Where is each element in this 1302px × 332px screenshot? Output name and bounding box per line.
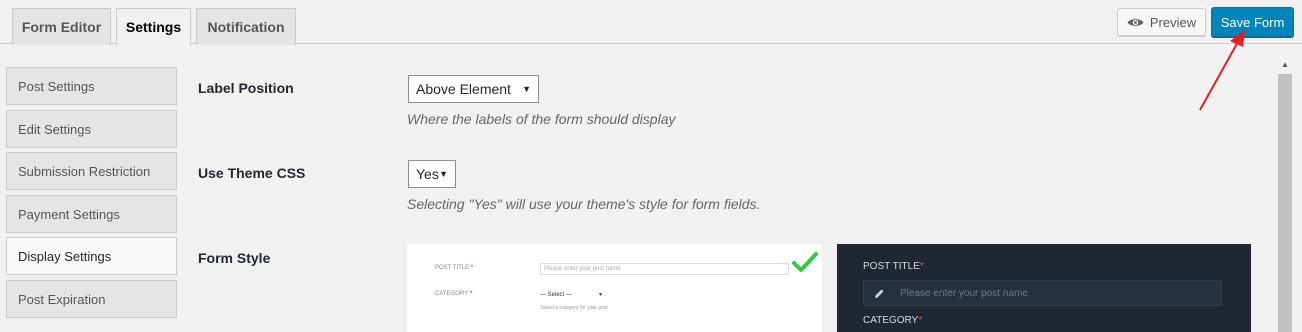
sidebar-item-post-expiration[interactable]: Post Expiration — [6, 280, 177, 318]
sidebar-item-display-settings[interactable]: Display Settings — [6, 237, 177, 275]
preview-button[interactable]: Preview — [1117, 8, 1206, 36]
sidebar-item-submission-restriction[interactable]: Submission Restriction — [6, 152, 177, 190]
use-theme-css-select[interactable]: Yes ▼ — [408, 160, 456, 188]
sidebar-item-edit-settings[interactable]: Edit Settings — [6, 110, 177, 148]
selected-check-icon — [792, 252, 818, 272]
label-position-value: Above Element — [416, 81, 511, 97]
tab-form-editor[interactable]: Form Editor — [12, 8, 111, 45]
label-position-select[interactable]: Above Element ▼ — [408, 75, 539, 103]
preview-category-select: — Select — ▼ — [540, 292, 603, 298]
preview-button-label: Preview — [1149, 14, 1197, 30]
sidebar-item-payment-settings[interactable]: Payment Settings — [6, 195, 177, 233]
use-theme-css-label: Use Theme CSS — [198, 165, 306, 181]
eye-icon — [1127, 18, 1144, 26]
use-theme-css-description: Selecting "Yes" will use your theme's st… — [407, 196, 761, 212]
sidebar-item-post-settings[interactable]: Post Settings — [6, 67, 177, 105]
preview-post-title-input: Please enter your post name — [540, 263, 789, 275]
settings-tab-bar: Form Editor Settings Notification — [0, 0, 1302, 45]
form-style-light-preview[interactable]: POST TITLE * Please enter your post name… — [407, 244, 822, 332]
tab-notification[interactable]: Notification — [196, 8, 296, 45]
tab-settings[interactable]: Settings — [116, 8, 191, 45]
annotation-arrow-icon — [1199, 30, 1245, 111]
preview-post-title-label: POST TITLE * — [435, 265, 474, 271]
preview-dark-post-title-label: POST TITLE* — [863, 261, 924, 272]
preview-category-label: CATEGORY * — [435, 291, 473, 297]
pencil-icon — [875, 289, 884, 298]
dropdown-caret-icon: ▼ — [439, 169, 448, 179]
scroll-up-arrow-icon[interactable]: ▲ — [1278, 60, 1292, 74]
form-style-label: Form Style — [198, 250, 271, 266]
label-position-description: Where the labels of the form should disp… — [407, 111, 676, 127]
preview-dark-post-title-input: Please enter your post name — [863, 280, 1222, 306]
preview-dark-category-label: CATEGORY* — [863, 315, 923, 326]
form-style-dark-preview[interactable]: POST TITLE* Please enter your post name … — [837, 244, 1251, 332]
vertical-scrollbar[interactable] — [1278, 62, 1292, 332]
preview-category-help: Select a category for your post — [540, 305, 608, 311]
label-position-label: Label Position — [198, 80, 294, 96]
use-theme-css-value: Yes — [416, 166, 439, 182]
dropdown-caret-icon: ▼ — [522, 84, 531, 94]
